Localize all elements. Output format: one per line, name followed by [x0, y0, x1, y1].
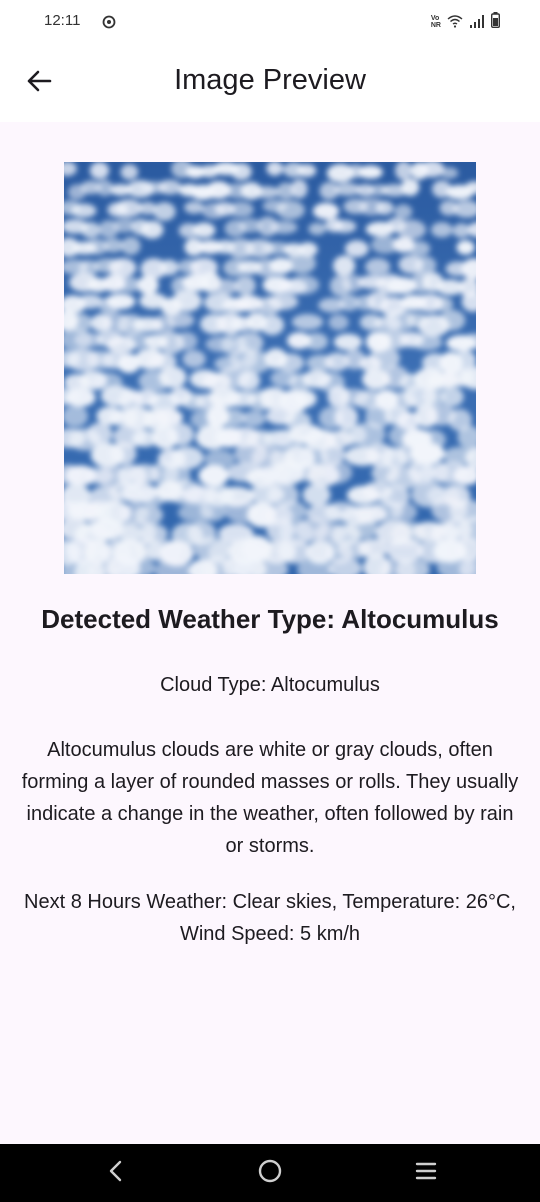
battery-icon	[490, 12, 500, 32]
wifi-icon	[447, 13, 463, 32]
nav-recents-button[interactable]	[406, 1158, 446, 1188]
cloud-type-label: Cloud Type: Altocumulus	[160, 674, 380, 696]
back-nav-icon	[107, 1159, 125, 1187]
detected-weather-type: Detected Weather Type: Altocumulus	[41, 604, 499, 634]
navigation-bar	[0, 1144, 540, 1202]
vonr-line2: NR	[430, 22, 441, 29]
status-time: 12:11	[44, 12, 81, 29]
weather-forecast: Next 8 Hours Weather: Clear skies, Tempe…	[24, 891, 516, 945]
nav-home-button[interactable]	[250, 1158, 290, 1188]
home-nav-icon	[257, 1158, 283, 1188]
nav-back-button[interactable]	[96, 1158, 136, 1188]
status-icons: Vo NR	[431, 12, 500, 32]
cloud-preview-image	[64, 162, 476, 574]
vonr-line1: Vo	[430, 15, 440, 22]
cloud-description: Altocumulus clouds are white or gray clo…	[21, 739, 519, 857]
clock-icon	[102, 14, 116, 33]
page-title: Image Preview	[174, 64, 366, 96]
app-bar: Image Preview	[0, 46, 540, 122]
signal-icon	[469, 13, 485, 32]
recents-nav-icon	[414, 1160, 438, 1186]
status-bar: 12:11 Vo NR	[0, 0, 540, 46]
vonr-icon: Vo NR	[431, 15, 441, 29]
